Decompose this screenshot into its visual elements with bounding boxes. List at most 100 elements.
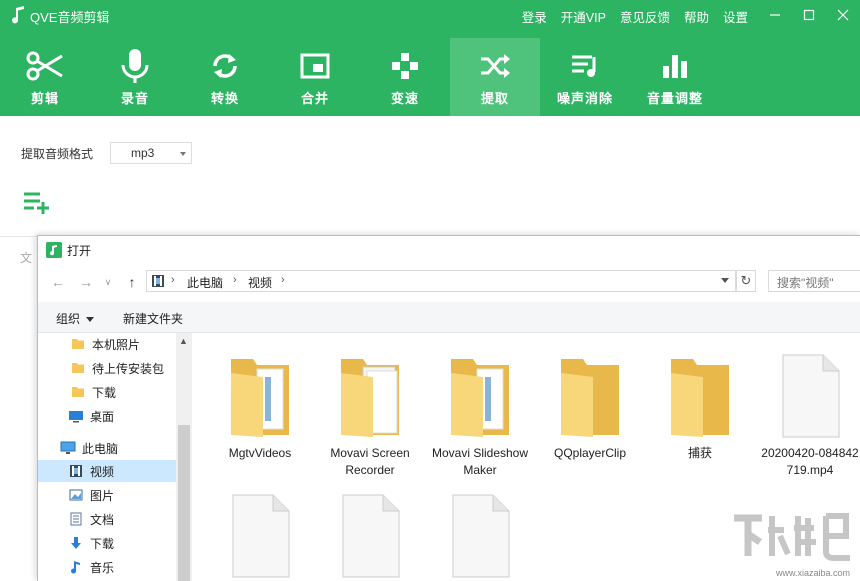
nav-item-downloads[interactable]: 下载	[38, 532, 176, 554]
tool-merge[interactable]: 合并	[270, 38, 360, 116]
forward-button[interactable]: →	[76, 272, 96, 292]
tool-extract[interactable]: 提取	[450, 38, 540, 116]
nav-item-this-pc[interactable]: 此电脑	[38, 437, 176, 459]
file-icon	[760, 343, 860, 439]
tool-volume[interactable]: 音量调整	[630, 38, 720, 116]
folder-icon	[70, 336, 86, 352]
scroll-thumb[interactable]	[178, 425, 190, 581]
tool-label: 转换	[210, 91, 239, 106]
minimize-icon	[770, 14, 780, 16]
nav-item-desktop[interactable]: 桌面	[38, 405, 176, 427]
microphone-icon	[121, 49, 149, 83]
file-name: MgtvVideos	[228, 446, 292, 460]
dialog-navbar: ← → ∨ ↑ › 此电脑 › 视频 › ↻ 搜索"视频"	[38, 268, 860, 296]
file-item[interactable]: Movavi Screen Recorder	[320, 343, 420, 479]
nav-item-downloads-folder[interactable]: 下载	[38, 381, 176, 403]
nav-item-documents[interactable]: 文档	[38, 508, 176, 530]
file-item[interactable]: Movavi Slideshow Maker	[430, 343, 530, 479]
arrow-up-icon: ↑	[128, 274, 136, 290]
new-folder-button[interactable]: 新建文件夹	[123, 310, 183, 327]
breadcrumb-videos[interactable]: 视频	[248, 274, 272, 291]
chevron-down-icon[interactable]	[721, 278, 729, 283]
organize-menu[interactable]: 组织	[56, 310, 95, 327]
file-item[interactable]	[320, 493, 420, 578]
tool-label: 录音	[120, 91, 149, 106]
file-name: Movavi Slideshow Maker	[431, 446, 529, 477]
tool-label: 音量调整	[646, 91, 703, 106]
music-icon	[68, 559, 84, 575]
folder-icon	[70, 360, 86, 376]
file-item[interactable]: MgtvVideos	[210, 343, 310, 462]
nav-item-pending-installs[interactable]: 待上传安装包	[38, 357, 176, 379]
file-item[interactable]: 捕获	[650, 343, 750, 462]
tool-record[interactable]: 录音	[90, 38, 180, 116]
back-button[interactable]: ←	[48, 272, 68, 292]
tool-label: 合并	[300, 91, 329, 106]
folder-icon	[210, 343, 310, 439]
nav-item-pictures[interactable]: 图片	[38, 484, 176, 506]
tool-cut[interactable]: 剪辑	[0, 38, 90, 116]
file-item[interactable]: QQplayerClip	[540, 343, 640, 462]
login-link[interactable]: 登录	[522, 7, 547, 26]
caret-down-icon	[86, 317, 95, 323]
music-file-icon	[46, 242, 62, 258]
app-title: QVE音频剪辑	[30, 10, 110, 25]
scroll-up-icon[interactable]: ▲	[179, 336, 188, 346]
close-button[interactable]	[826, 0, 860, 30]
volume-bars-icon	[663, 55, 687, 78]
download-icon	[68, 535, 84, 551]
nav-scrollbar[interactable]: ▲	[176, 333, 192, 581]
video-folder-icon	[152, 275, 164, 287]
file-name: 20200420-084842719.mp4	[761, 446, 859, 477]
file-icon	[210, 493, 310, 578]
dialog-command-bar: 组织 新建文件夹	[38, 302, 860, 333]
nav-item-label: 本机照片	[92, 337, 141, 352]
tool-speed[interactable]: 变速	[360, 38, 450, 116]
folder-icon	[650, 343, 750, 439]
watermark-url: www.xiazaiba.com	[775, 568, 850, 578]
pictures-icon	[68, 487, 84, 503]
feedback-link[interactable]: 意见反馈	[620, 7, 670, 26]
nav-item-label: 视频	[90, 464, 115, 479]
nav-item-label: 桌面	[90, 409, 115, 424]
breadcrumb-this-pc[interactable]: 此电脑	[187, 274, 223, 291]
tool-convert[interactable]: 转换	[180, 38, 270, 116]
scissors-icon	[26, 51, 63, 81]
folder-icon	[320, 343, 420, 439]
nav-item-label: 此电脑	[82, 441, 119, 456]
format-select[interactable]: mp3	[110, 142, 192, 164]
file-item[interactable]	[430, 493, 530, 578]
video-icon	[68, 463, 84, 479]
music-note-icon	[12, 6, 24, 24]
vip-link[interactable]: 开通VIP	[561, 7, 606, 26]
recent-locations-button[interactable]: ∨	[98, 272, 118, 292]
nav-item-music[interactable]: 音乐	[38, 556, 176, 578]
arrow-left-icon: ←	[51, 274, 65, 290]
nav-item-local-photos[interactable]: 本机照片	[38, 333, 176, 355]
up-button[interactable]: ↑	[122, 272, 142, 292]
desktop-icon	[68, 408, 84, 424]
title-bar: QVE音频剪辑 登录 开通VIP 意见反馈 帮助 设置	[0, 0, 860, 30]
arrow-right-icon: →	[79, 274, 93, 290]
settings-link[interactable]: 设置	[723, 7, 748, 26]
tool-label: 噪声消除	[556, 91, 613, 106]
top-links: 登录 开通VIP 意见反馈 帮助 设置	[522, 7, 748, 26]
navigation-pane: 本机照片 待上传安装包 下载 桌面 此电脑 视频 图片 文档 下载 音乐 ▲	[38, 333, 192, 581]
file-item[interactable]: 20200420-084842719.mp4	[760, 343, 860, 479]
add-list-icon[interactable]	[22, 190, 52, 214]
refresh-button[interactable]: ↻	[736, 270, 756, 292]
file-icon	[430, 493, 530, 578]
file-item[interactable]	[210, 493, 310, 578]
search-input[interactable]: 搜索"视频"	[768, 270, 860, 292]
nav-item-videos[interactable]: 视频	[38, 460, 176, 482]
noise-reduction-icon	[572, 55, 596, 77]
breadcrumb-separator: ›	[281, 274, 285, 286]
close-icon	[837, 9, 849, 21]
address-bar[interactable]: › 此电脑 › 视频 ›	[146, 270, 736, 292]
maximize-button[interactable]	[792, 0, 826, 30]
nav-item-label: 下载	[90, 536, 115, 551]
help-link[interactable]: 帮助	[684, 7, 709, 26]
minimize-button[interactable]	[758, 0, 792, 30]
breadcrumb-separator: ›	[171, 274, 175, 286]
tool-noise-reduction[interactable]: 噪声消除	[540, 38, 630, 116]
